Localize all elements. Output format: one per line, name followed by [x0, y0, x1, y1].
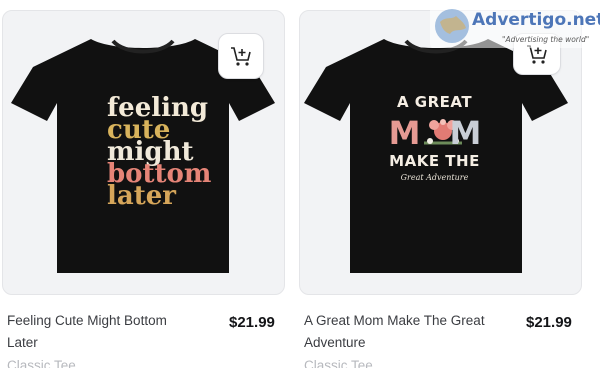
product-title-line: Feeling Cute Might Bottom — [7, 313, 167, 328]
design-letter-m1: M — [388, 114, 421, 152]
product-subtitle-2: Classic Tee — [304, 358, 373, 368]
product-title-line: Adventure — [304, 335, 366, 350]
add-to-cart-icon — [231, 47, 251, 66]
product-card-2[interactable]: A GREAT MM MAKE THE Great Adventure — [299, 10, 582, 295]
watermark-brand: Advertigo.net — [472, 10, 600, 30]
product-title-line: Later — [7, 335, 38, 350]
product-subtitle-1: Classic Tee — [7, 358, 76, 368]
product-title-line: A Great Mom Make The Great — [304, 313, 485, 328]
product-card-1[interactable]: feeling cute might bottom later — [2, 10, 285, 295]
product-grid: feeling cute might bottom later A GREAT … — [0, 0, 600, 368]
design-top-text: A GREAT — [396, 93, 473, 111]
product-price-1: $21.99 — [229, 314, 275, 331]
globe-icon — [435, 9, 469, 43]
watermark-tagline: "Advertising the world" — [502, 35, 590, 44]
shirt-design-text: feeling cute might bottom later — [107, 95, 211, 209]
design-bottom-text: MAKE THE — [389, 152, 480, 170]
design-letter-m2: M — [449, 114, 482, 152]
add-to-cart-button[interactable] — [218, 33, 264, 79]
product-title-1[interactable]: Feeling Cute Might Bottom Later — [7, 310, 207, 354]
design-script-text: Great Adventure — [400, 173, 469, 182]
product-price-2: $21.99 — [526, 314, 572, 331]
product-title-2[interactable]: A Great Mom Make The Great Adventure — [304, 310, 504, 354]
design-mom-text: MM — [300, 114, 575, 152]
